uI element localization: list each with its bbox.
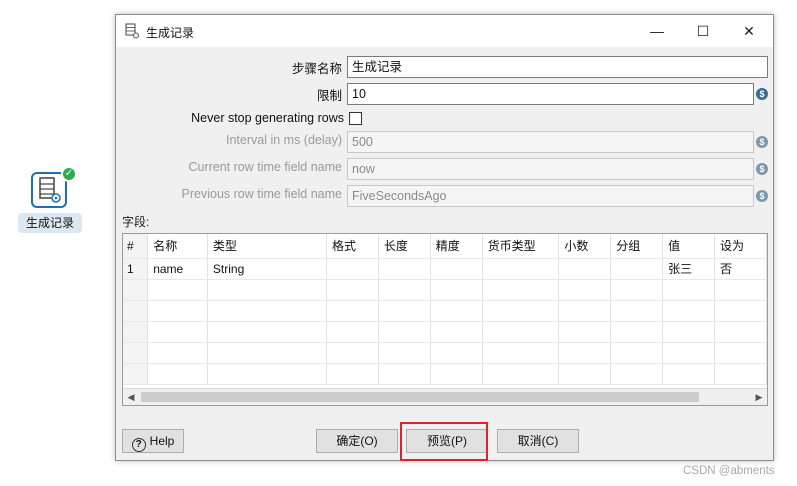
ok-button[interactable]: 确定(O) [316, 429, 398, 453]
grid-cell[interactable] [558, 258, 612, 280]
grid-cell[interactable]: 张三 [662, 258, 716, 280]
maximize-button[interactable]: ☐ [680, 15, 726, 47]
interval-input[interactable]: 500 [347, 131, 754, 153]
column-header[interactable]: 格式 [326, 234, 379, 259]
previous-time-field-label: Previous row time field name [181, 187, 342, 201]
column-header[interactable]: 长度 [378, 234, 431, 259]
check-icon: ✓ [61, 166, 77, 182]
grid-cell[interactable]: 否 [714, 258, 767, 280]
column-header[interactable]: 值 [662, 234, 716, 259]
close-button[interactable]: ✕ [726, 15, 772, 47]
cancel-button[interactable]: 取消(C) [497, 429, 579, 453]
column-header[interactable]: 精度 [430, 234, 483, 259]
fields-caption: 字段: [122, 215, 150, 229]
variable-icon[interactable]: $ [756, 163, 768, 175]
table-row-empty[interactable] [123, 342, 767, 364]
scroll-right-icon[interactable]: ▶ [751, 389, 767, 405]
data-grid-gear-icon [125, 23, 139, 39]
fields-grid[interactable]: # 名称 类型 格式 长度 精度 货币类型 小数 分组 值 设为 1 name [122, 233, 768, 406]
watermark: CSDN @abments [683, 465, 775, 477]
preview-highlight-box [400, 422, 488, 461]
table-row-empty[interactable] [123, 279, 767, 301]
generate-rows-dialog: 生成记录 — ☐ ✕ 步骤名称 生成记录 限制 10 $ Never stop … [115, 14, 774, 461]
column-header[interactable]: 设为 [714, 234, 767, 259]
dialog-title: 生成记录 [146, 26, 195, 40]
never-stop-label: Never stop generating rows [191, 111, 344, 125]
current-time-field-input[interactable]: now [347, 158, 754, 180]
minimize-button[interactable]: — [634, 15, 680, 47]
help-icon: ? [131, 438, 146, 452]
dialog-titlebar[interactable]: 生成记录 — ☐ ✕ [116, 15, 773, 47]
scroll-left-icon[interactable]: ◀ [123, 389, 139, 405]
table-row-empty[interactable] [123, 321, 767, 343]
grid-cell[interactable] [430, 258, 483, 280]
grid-cell[interactable] [378, 258, 431, 280]
previous-time-field-input[interactable]: FiveSecondsAgo [347, 185, 754, 207]
step-label[interactable]: 生成记录 [18, 213, 82, 233]
grid-cell[interactable] [610, 258, 664, 280]
variable-icon[interactable]: $ [756, 190, 768, 202]
column-header[interactable]: 分组 [610, 234, 664, 259]
column-header[interactable]: 名称 [147, 234, 208, 259]
variable-icon[interactable]: $ [756, 136, 768, 148]
table-row[interactable]: 1 name String 张三 否 [123, 258, 767, 280]
grid-header-row: # 名称 类型 格式 长度 精度 货币类型 小数 分组 值 设为 [123, 234, 767, 259]
grid-cell[interactable] [326, 258, 379, 280]
column-header[interactable]: 小数 [558, 234, 612, 259]
table-row-empty[interactable] [123, 300, 767, 322]
grid-cell[interactable]: String [207, 258, 327, 280]
column-header[interactable]: # [123, 234, 149, 259]
column-header[interactable]: 类型 [207, 234, 327, 259]
current-time-field-label: Current row time field name [188, 160, 342, 174]
table-row-empty[interactable] [123, 363, 767, 385]
never-stop-checkbox[interactable] [349, 112, 362, 125]
grid-cell[interactable] [482, 258, 560, 280]
fields-table: # 名称 类型 格式 长度 精度 货币类型 小数 分组 值 设为 1 name [123, 234, 767, 385]
limit-input[interactable]: 10 [347, 83, 754, 105]
step-name-input[interactable]: 生成记录 [347, 56, 768, 78]
help-button-label: Help [149, 434, 175, 448]
limit-label: 限制 [316, 89, 342, 103]
help-button[interactable]: ? Help [122, 429, 184, 453]
step-name-label: 步骤名称 [291, 62, 342, 76]
grid-cell[interactable]: 1 [123, 258, 149, 280]
column-header[interactable]: 货币类型 [482, 234, 560, 259]
horizontal-scrollbar[interactable]: ◀ ▶ [123, 388, 767, 405]
grid-cell[interactable]: name [147, 258, 208, 280]
scrollbar-thumb[interactable] [141, 392, 699, 402]
interval-label: Interval in ms (delay) [225, 133, 342, 147]
variable-icon[interactable]: $ [756, 88, 768, 100]
